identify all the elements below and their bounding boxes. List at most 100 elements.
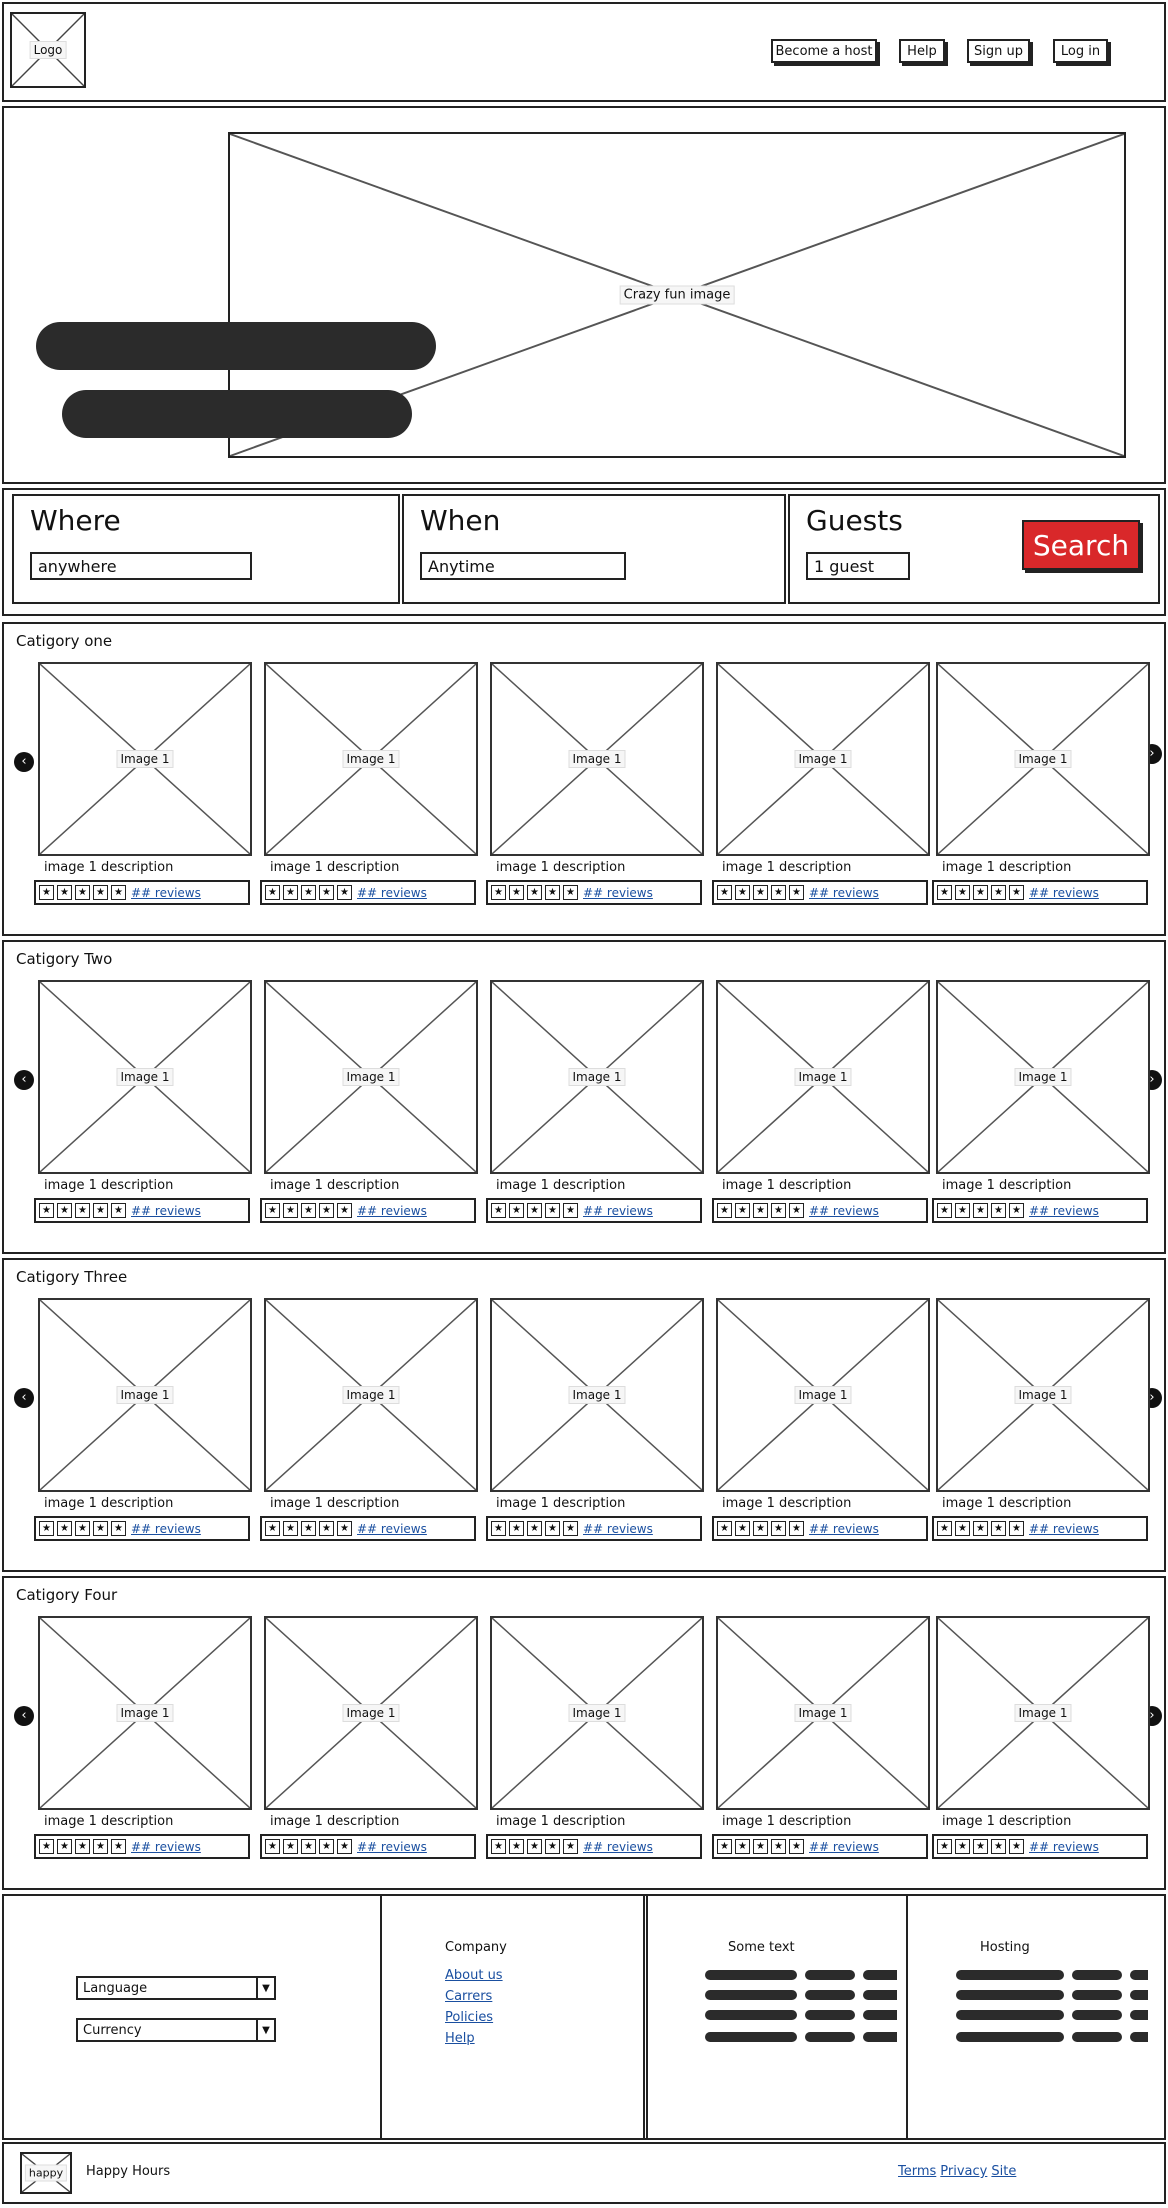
listing-image[interactable]: Image 1 [38, 1298, 252, 1492]
listing-image[interactable]: Image 1 [936, 662, 1150, 856]
listing-image[interactable]: Image 1 [38, 980, 252, 1174]
star-icon: ★ [937, 1521, 952, 1536]
when-label: When [420, 504, 501, 537]
some-text-scribble [705, 1970, 897, 2050]
reviews-link[interactable]: ## reviews [809, 1204, 879, 1218]
logo[interactable]: Logo [10, 12, 86, 88]
help-link[interactable]: Help [445, 2031, 475, 2046]
help-button[interactable]: Help [899, 39, 945, 63]
listing-rating: ★ ★ ★ ★ ★ ## reviews [712, 1198, 928, 1223]
policies-link[interactable]: Policies [445, 2010, 493, 2025]
footer-logo[interactable]: happy [20, 2152, 72, 2194]
listing-image[interactable]: Image 1 [38, 1616, 252, 1810]
currency-select-label: Currency [83, 2022, 142, 2038]
star-icon: ★ [283, 1203, 298, 1218]
privacy-link[interactable]: Privacy [940, 2164, 987, 2179]
log-in-button[interactable]: Log in [1053, 39, 1108, 63]
reviews-link[interactable]: ## reviews [1029, 1204, 1099, 1218]
chevron-left-icon[interactable]: ‹ [14, 752, 34, 772]
sign-up-button[interactable]: Sign up [967, 39, 1030, 63]
when-input[interactable]: Anytime [420, 552, 626, 580]
reviews-link[interactable]: ## reviews [131, 1204, 201, 1218]
star-icon: ★ [735, 1839, 750, 1854]
reviews-link[interactable]: ## reviews [357, 1840, 427, 1854]
reviews-link[interactable]: ## reviews [357, 886, 427, 900]
star-icon: ★ [937, 1203, 952, 1218]
listing-image[interactable]: Image 1 [490, 980, 704, 1174]
star-icon: ★ [265, 1521, 280, 1536]
reviews-link[interactable]: ## reviews [809, 1522, 879, 1536]
careers-link[interactable]: Carrers [445, 1989, 492, 2004]
chevron-down-icon: ▼ [256, 1978, 274, 1998]
star-icon: ★ [283, 1521, 298, 1536]
listing-image[interactable]: Image 1 [936, 1616, 1150, 1810]
listing-description: image 1 description [722, 860, 852, 875]
listing-image[interactable]: Image 1 [490, 662, 704, 856]
guests-label: Guests [806, 504, 903, 537]
category-title: Catigory Four [16, 1586, 118, 1604]
terms-link[interactable]: Terms [898, 2164, 936, 2179]
reviews-link[interactable]: ## reviews [357, 1522, 427, 1536]
reviews-link[interactable]: ## reviews [583, 1840, 653, 1854]
star-icon: ★ [545, 1521, 560, 1536]
footer-divider-4 [906, 1894, 908, 2140]
chevron-left-icon[interactable]: ‹ [14, 1706, 34, 1726]
reviews-link[interactable]: ## reviews [583, 886, 653, 900]
listing-image[interactable]: Image 1 [716, 1298, 930, 1492]
listing-image[interactable]: Image 1 [490, 1298, 704, 1492]
reviews-link[interactable]: ## reviews [131, 886, 201, 900]
listing-image[interactable]: Image 1 [264, 1298, 478, 1492]
reviews-link[interactable]: ## reviews [583, 1522, 653, 1536]
star-icon: ★ [265, 1839, 280, 1854]
listing-image[interactable]: Image 1 [716, 662, 930, 856]
star-icon: ★ [337, 885, 352, 900]
currency-select[interactable]: Currency ▼ [76, 2018, 276, 2042]
star-icon: ★ [753, 1839, 768, 1854]
listing-description: image 1 description [44, 1814, 174, 1829]
listing-image[interactable]: Image 1 [716, 1616, 930, 1810]
where-input[interactable]: anywhere [30, 552, 252, 580]
star-icon: ★ [283, 885, 298, 900]
site-link[interactable]: Site [991, 2164, 1016, 2179]
reviews-link[interactable]: ## reviews [357, 1204, 427, 1218]
reviews-link[interactable]: ## reviews [131, 1522, 201, 1536]
star-icon: ★ [1009, 1839, 1024, 1854]
listing-image[interactable]: Image 1 [264, 980, 478, 1174]
listing-image[interactable]: Image 1 [490, 1616, 704, 1810]
listing-image-label: Image 1 [1014, 1068, 1072, 1086]
listing-description: image 1 description [722, 1178, 852, 1193]
listing-image[interactable]: Image 1 [936, 1298, 1150, 1492]
reviews-link[interactable]: ## reviews [809, 1840, 879, 1854]
listing-image[interactable]: Image 1 [936, 980, 1150, 1174]
category-title: Catigory one [16, 632, 113, 650]
listing-image[interactable]: Image 1 [264, 662, 478, 856]
star-icon: ★ [789, 885, 804, 900]
listing-rating: ★ ★ ★ ★ ★ ## reviews [34, 1834, 250, 1859]
star-icon: ★ [955, 885, 970, 900]
listing-image[interactable]: Image 1 [264, 1616, 478, 1810]
reviews-link[interactable]: ## reviews [131, 1840, 201, 1854]
star-icon: ★ [301, 1521, 316, 1536]
listing-description: image 1 description [722, 1496, 852, 1511]
star-icon: ★ [973, 885, 988, 900]
star-icon: ★ [545, 1839, 560, 1854]
search-button[interactable]: Search [1022, 520, 1140, 570]
listing-rating: ★ ★ ★ ★ ★ ## reviews [260, 880, 476, 905]
listing-description: image 1 description [722, 1814, 852, 1829]
reviews-link[interactable]: ## reviews [1029, 1840, 1099, 1854]
about-us-link[interactable]: About us [445, 1968, 503, 1983]
chevron-left-icon[interactable]: ‹ [14, 1070, 34, 1090]
listing-rating: ★ ★ ★ ★ ★ ## reviews [712, 880, 928, 905]
listing-rating: ★ ★ ★ ★ ★ ## reviews [932, 1516, 1148, 1541]
listing-image-label: Image 1 [794, 750, 852, 768]
reviews-link[interactable]: ## reviews [1029, 886, 1099, 900]
listing-image[interactable]: Image 1 [38, 662, 252, 856]
listing-image[interactable]: Image 1 [716, 980, 930, 1174]
reviews-link[interactable]: ## reviews [809, 886, 879, 900]
reviews-link[interactable]: ## reviews [1029, 1522, 1099, 1536]
become-host-button[interactable]: Become a host [771, 39, 877, 63]
chevron-left-icon[interactable]: ‹ [14, 1388, 34, 1408]
language-select[interactable]: Language ▼ [76, 1976, 276, 2000]
guests-input[interactable]: 1 guest [806, 552, 910, 580]
reviews-link[interactable]: ## reviews [583, 1204, 653, 1218]
